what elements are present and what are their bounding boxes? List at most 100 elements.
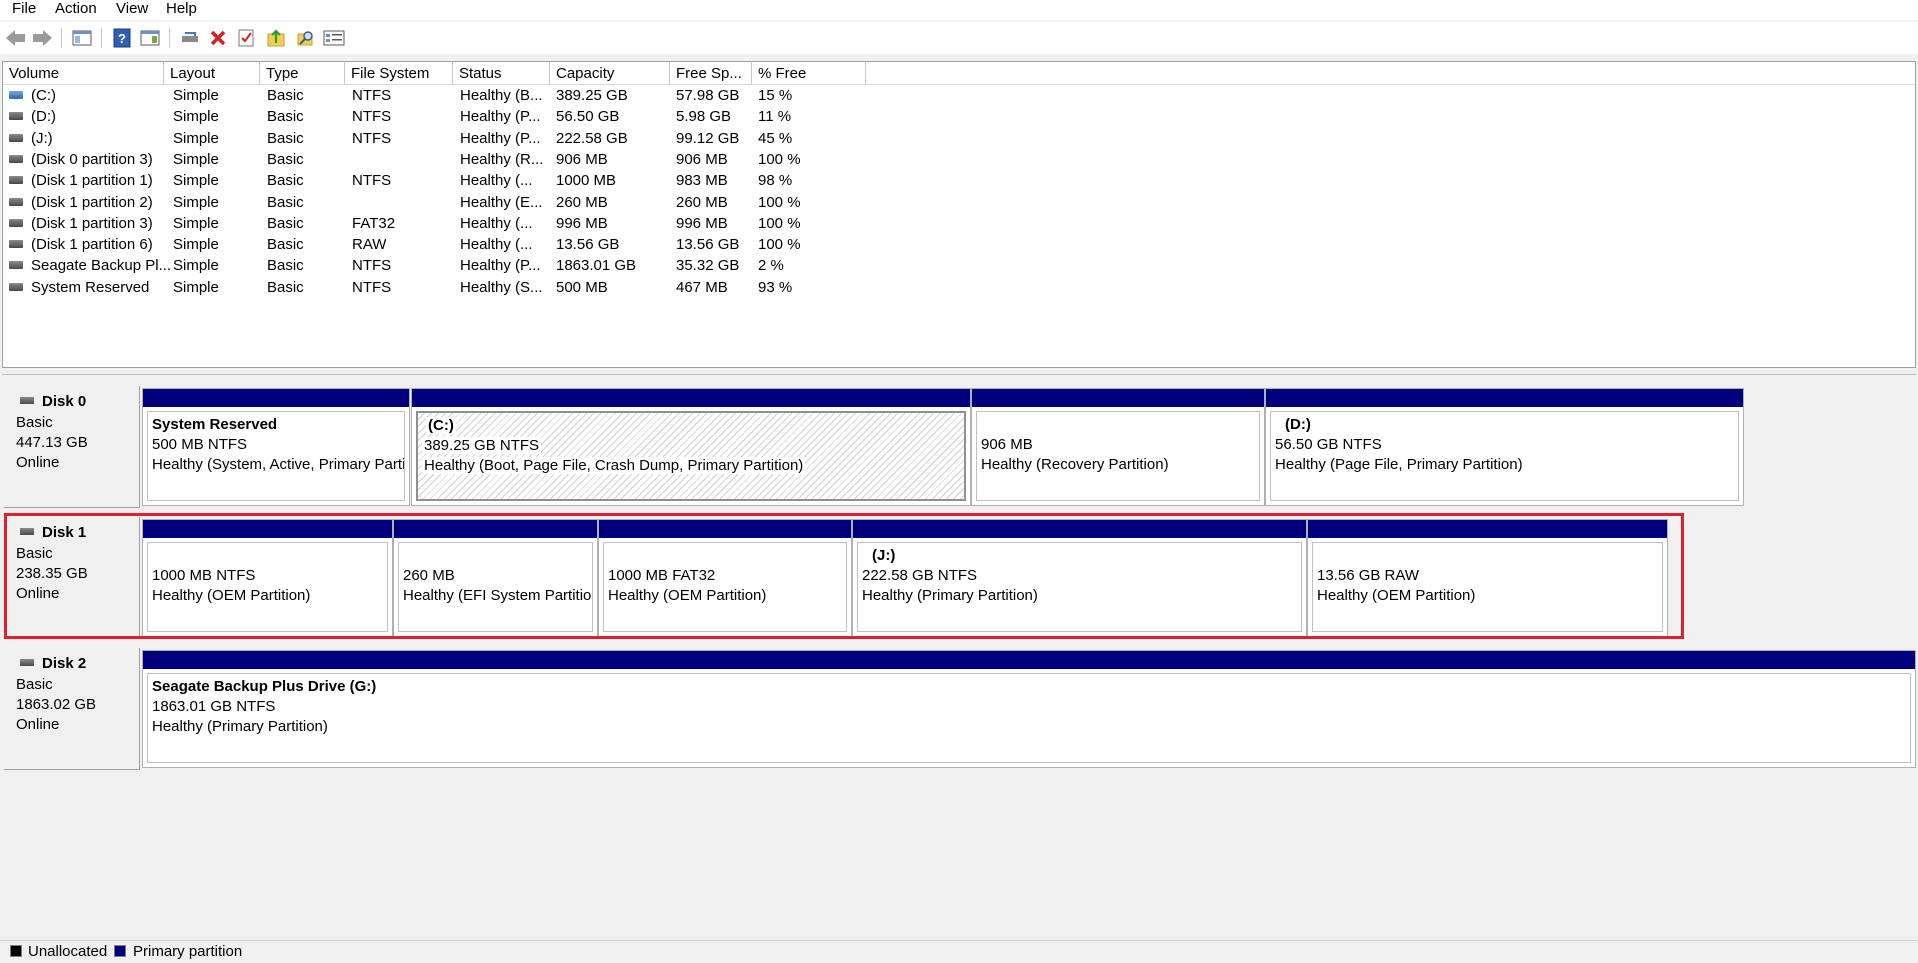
partition-efi[interactable]: 260 MB Healthy (EFI System Partitio	[393, 519, 598, 637]
partition-c[interactable]: (C:) 389.25 GB NTFS Healthy (Boot, Page …	[411, 388, 971, 506]
volume-row[interactable]: (Disk 1 partition 6) Simple Basic RAW Health…	[3, 234, 903, 255]
cell-file-system: NTFS	[352, 278, 392, 296]
disk-label-0[interactable]: Disk 0 Basic 447.13 GB Online	[4, 386, 140, 508]
column-header-layout[interactable]: Layout	[164, 62, 260, 84]
show-hide-console-tree-icon[interactable]	[70, 26, 94, 50]
disk-row-0: Disk 0 Basic 447.13 GB Online System Res…	[4, 386, 1744, 508]
legend-swatch-primary	[114, 945, 126, 957]
cell-layout: Simple	[173, 87, 219, 104]
column-header-type[interactable]: Type	[260, 62, 345, 84]
disk-icon	[20, 659, 34, 666]
cell-file-system: NTFS	[352, 108, 392, 126]
cell-capacity: 13.56 GB	[556, 236, 620, 254]
disk-size: 238.35 GB	[16, 565, 88, 582]
cell-status: Healthy (...	[460, 214, 533, 232]
cell-capacity: 906 MB	[556, 150, 608, 168]
cell-capacity: 222.58 GB	[556, 129, 628, 147]
delete-icon[interactable]	[206, 26, 230, 50]
column-header-percent-free[interactable]: % Free	[752, 62, 866, 84]
volume-row[interactable]: (D:) Simple Basic NTFS Healthy (P... 56.50 GB…	[3, 106, 903, 127]
column-header-file-system[interactable]: File System	[345, 62, 453, 84]
forward-icon[interactable]	[30, 26, 54, 50]
partition-bar	[972, 389, 1264, 407]
partition-bar	[143, 389, 409, 407]
up-folder-icon[interactable]	[264, 26, 288, 50]
help-icon[interactable]: ?	[110, 26, 134, 50]
partition-disk1-oem-raw[interactable]: 13.56 GB RAW Healthy (OEM Partition)	[1307, 519, 1668, 637]
legend-swatch-unallocated	[10, 945, 22, 957]
column-header-free-space[interactable]: Free Sp...	[670, 62, 752, 84]
partition-size: 1000 MB NTFS	[152, 567, 256, 584]
partition-system-reserved[interactable]: System Reserved 500 MB NTFS Healthy (Sys…	[142, 388, 410, 506]
search-folder-icon[interactable]	[294, 26, 318, 50]
partition-recovery[interactable]: 906 MB Healthy (Recovery Partition)	[971, 388, 1265, 506]
cell-volume: Seagate Backup Pl...	[31, 257, 172, 275]
cell-file-system: NTFS	[352, 129, 392, 147]
volume-row[interactable]: (Disk 1 partition 3) Simple Basic FAT32 Heal…	[3, 213, 903, 234]
partition-disk1-oem-1[interactable]: 1000 MB NTFS Healthy (OEM Partition)	[142, 519, 393, 637]
back-icon[interactable]	[4, 26, 28, 50]
cell-capacity: 56.50 GB	[556, 108, 620, 126]
cell-status: Healthy (...	[460, 172, 533, 190]
partition-seagate-g[interactable]: Seagate Backup Plus Drive (G:) 1863.01 G…	[142, 650, 1916, 768]
volume-row[interactable]: System Reserved Simple Basic NTFS Healthy (S…	[3, 277, 903, 298]
properties-icon[interactable]	[322, 26, 346, 50]
cell-type: Basic	[267, 108, 304, 126]
cell-free-space: 57.98 GB	[676, 87, 740, 104]
partition-size: 56.50 GB NTFS	[1275, 436, 1382, 453]
partition-status: Healthy (Recovery Partition)	[981, 456, 1169, 473]
cell-free-space: 13.56 GB	[676, 236, 740, 254]
partition-d[interactable]: (D:) 56.50 GB NTFS Healthy (Page File, P…	[1265, 388, 1744, 506]
check-icon[interactable]	[234, 26, 258, 50]
disk-type: Basic	[16, 414, 53, 431]
volume-list-header: Volume Layout Type File System Status Ca…	[3, 62, 1915, 85]
cell-percent-free: 100 %	[758, 236, 801, 254]
volume-drive-icon	[9, 133, 23, 142]
partition-size: 500 MB NTFS	[152, 436, 248, 453]
partition-disk1-oem-fat32[interactable]: 1000 MB FAT32 Healthy (OEM Partition)	[598, 519, 852, 637]
volume-row[interactable]: (Disk 1 partition 2) Simple Basic Healthy (…	[3, 192, 903, 213]
disk-label-1[interactable]: Disk 1 Basic 238.35 GB Online	[4, 517, 140, 639]
cell-file-system: FAT32	[352, 214, 396, 232]
disk-name: Disk 2	[42, 655, 87, 672]
partition-title: (J:)	[872, 547, 896, 564]
column-header-volume[interactable]: Volume	[3, 62, 164, 84]
menu-view[interactable]: View	[110, 0, 154, 20]
menu-help[interactable]: Help	[160, 0, 203, 20]
cell-capacity: 500 MB	[556, 278, 608, 296]
volume-row[interactable]: (C:) Simple Basic NTFS Healthy (B... 389.25 G…	[3, 85, 903, 106]
cell-status: Healthy (E...	[460, 193, 543, 211]
connect-drive-icon[interactable]	[178, 26, 202, 50]
menu-action[interactable]: Action	[49, 0, 103, 20]
partition-size: 260 MB	[403, 567, 455, 584]
partition-size: 222.58 GB NTFS	[862, 567, 978, 584]
cell-status: Healthy (R...	[460, 150, 544, 168]
cell-free-space: 983 MB	[676, 172, 728, 190]
disk-status: Online	[16, 585, 60, 602]
disk-label-2[interactable]: Disk 2 Basic 1863.02 GB Online	[4, 648, 140, 770]
volume-row[interactable]: (Disk 1 partition 1) Simple Basic NTFS Healt…	[3, 170, 903, 191]
volume-row[interactable]: Seagate Backup Pl... Simple Basic NTFS Healt…	[3, 255, 903, 276]
cell-percent-free: 98 %	[758, 172, 793, 190]
column-header-capacity[interactable]: Capacity	[550, 62, 670, 84]
cell-layout: Simple	[173, 172, 219, 190]
disk-icon	[20, 397, 34, 404]
menu-file[interactable]: File	[6, 0, 42, 20]
cell-type: Basic	[267, 278, 304, 296]
volume-row[interactable]: (J:) Simple Basic NTFS Healthy (P... 222.58 G…	[3, 128, 903, 149]
show-action-pane-icon[interactable]	[138, 26, 162, 50]
cell-layout: Simple	[173, 257, 219, 275]
cell-percent-free: 45 %	[758, 129, 793, 147]
partition-status: Healthy (OEM Partition)	[608, 587, 767, 604]
cell-volume: (Disk 0 partition 3)	[31, 150, 153, 168]
column-header-status[interactable]: Status	[453, 62, 550, 84]
cell-volume: (Disk 1 partition 6)	[31, 236, 153, 254]
volume-drive-icon	[9, 112, 23, 121]
cell-file-system: NTFS	[352, 257, 392, 275]
cell-free-space: 996 MB	[676, 214, 728, 232]
cell-percent-free: 2 %	[758, 257, 784, 275]
partition-j[interactable]: (J:) 222.58 GB NTFS Healthy (Primary Par…	[852, 519, 1307, 637]
partition-size: 389.25 GB NTFS	[422, 437, 542, 454]
volume-row[interactable]: (Disk 0 partition 3) Simple Basic Healthy (…	[3, 149, 903, 170]
cell-volume: (J:)	[31, 129, 53, 147]
